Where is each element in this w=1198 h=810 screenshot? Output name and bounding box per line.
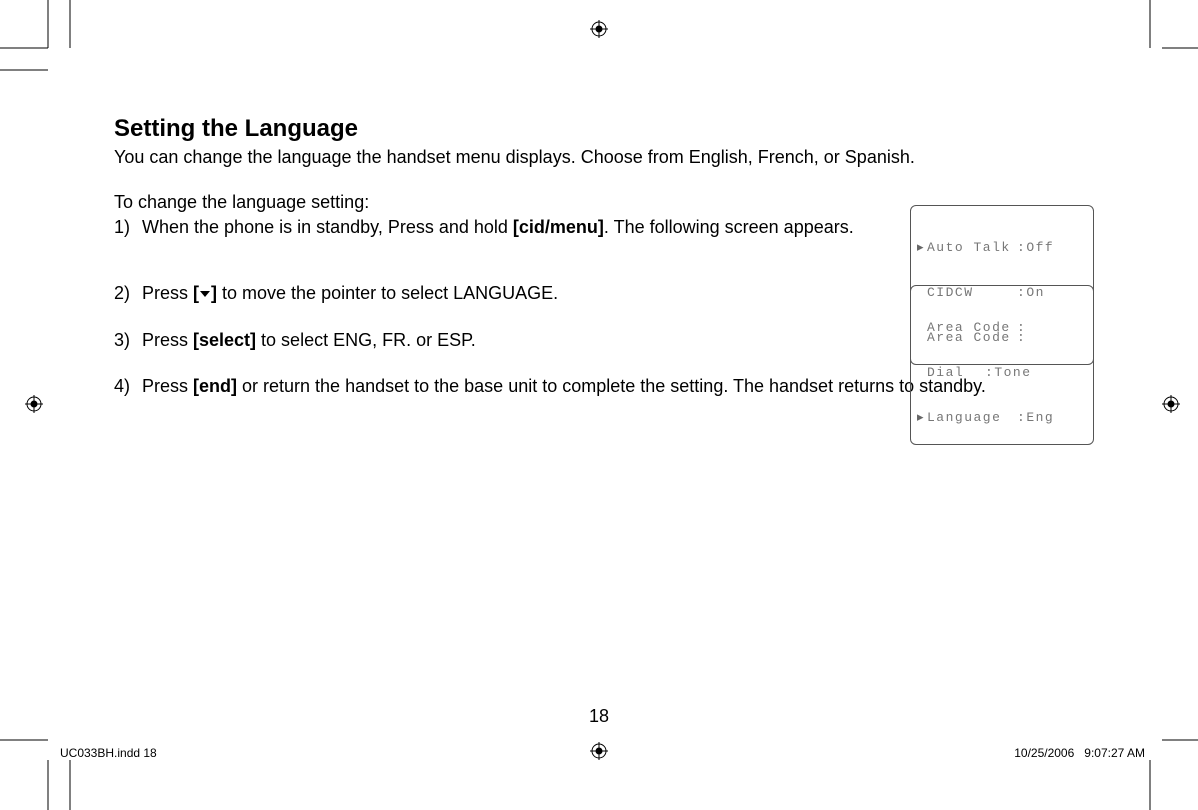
lcd-label: Auto Talk xyxy=(927,240,1017,255)
step-number: 1) xyxy=(114,215,130,239)
step-text-post: to select ENG, FR. or ESP. xyxy=(256,330,476,350)
lcd-value: Eng xyxy=(1026,410,1054,425)
pointer-icon: ▸ xyxy=(917,240,927,255)
footer-filename: UC033BH.indd 18 xyxy=(60,746,157,760)
page-number: 18 xyxy=(0,706,1198,727)
crop-mark-top-right xyxy=(1130,0,1198,80)
pointer-icon xyxy=(917,365,927,380)
lcd-row: ▸Auto Talk:Off xyxy=(917,240,1087,255)
step-text-pre: Press xyxy=(142,283,193,303)
crop-mark-top-left xyxy=(0,0,80,80)
step-bold: [cid/menu] xyxy=(513,217,604,237)
lcd-label: Language xyxy=(927,410,1017,425)
lcd-sep: : xyxy=(1017,320,1026,335)
lcd-label: Area Code xyxy=(927,320,1017,335)
pointer-icon xyxy=(917,320,927,335)
footer-timestamp: 10/25/2006 9:07:27 AM xyxy=(1014,746,1145,760)
step-number: 2) xyxy=(114,281,130,305)
step-text-pre: Press xyxy=(142,330,193,350)
step-text-post: or return the handset to the base unit t… xyxy=(237,376,986,396)
step-text-pre: Press xyxy=(142,376,193,396)
step-number: 4) xyxy=(114,374,130,398)
registration-mark-left xyxy=(25,395,43,413)
registration-mark-top xyxy=(590,20,608,38)
down-arrow-icon xyxy=(199,288,211,300)
lcd-sep: : xyxy=(1017,410,1026,425)
step-text-post: to move the pointer to select LANGUAGE. xyxy=(217,283,558,303)
lcd-row: ▸Language:Eng xyxy=(917,410,1087,425)
step-text-post: . The following screen appears. xyxy=(604,217,854,237)
pointer-icon: ▸ xyxy=(917,410,927,425)
print-footer: UC033BH.indd 18 10/25/2006 9:07:27 AM xyxy=(60,746,1145,760)
lcd-label: Dial xyxy=(927,365,985,380)
registration-mark-right xyxy=(1162,395,1180,413)
step-bold: [end] xyxy=(193,376,237,396)
lcd-value: Tone xyxy=(994,365,1031,380)
lcd-sep: : xyxy=(985,365,994,380)
lcd-sep: : xyxy=(1017,240,1026,255)
step-bold: [select] xyxy=(193,330,256,350)
step-text-pre: When the phone is in standby, Press and … xyxy=(142,217,513,237)
lcd-value: Off xyxy=(1026,240,1054,255)
step-number: 3) xyxy=(114,328,130,352)
lcd-screen-2: Area Code: Dial:Tone ▸Language:Eng xyxy=(910,285,1094,445)
lcd-row: Area Code: xyxy=(917,320,1087,335)
heading: Setting the Language xyxy=(114,115,1084,143)
intro-text: You can change the language the handset … xyxy=(114,147,1084,168)
lcd-row: Dial:Tone xyxy=(917,365,1087,380)
